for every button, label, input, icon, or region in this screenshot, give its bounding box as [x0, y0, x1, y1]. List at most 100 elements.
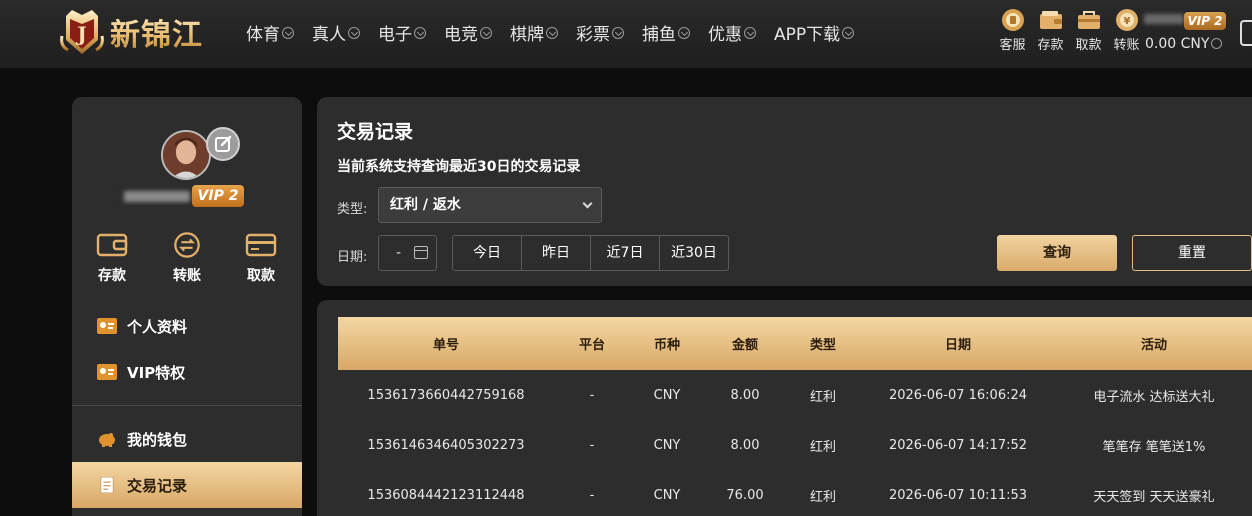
- chevron-down-icon: [582, 198, 593, 209]
- cell-order-id: 1536146346405302273: [367, 437, 525, 453]
- site-logo[interactable]: J 新锦江: [58, 4, 203, 60]
- nav-app-download[interactable]: APP下载: [774, 20, 855, 45]
- wallet-icon: [1039, 11, 1062, 29]
- side-panel-icon[interactable]: [1240, 20, 1252, 46]
- nav-label: 捕鱼: [642, 25, 676, 45]
- cell-activity: 天天签到 天天送豪礼: [1093, 489, 1215, 505]
- action-label: 存款: [1037, 38, 1064, 53]
- divider: [72, 405, 302, 406]
- username-blurred: [124, 191, 190, 202]
- nav-label: 电竞: [444, 25, 478, 45]
- cell-currency: CNY: [653, 387, 681, 403]
- sidebar-item-transactions[interactable]: 交易记录: [72, 462, 302, 508]
- wallet-icon: [96, 233, 128, 257]
- table-row: 1536146346405302273 - CNY 8.00 红利 2026-0…: [338, 420, 1252, 470]
- column-header: 类型: [809, 338, 836, 353]
- sidebar-item-wallet[interactable]: 我的钱包: [72, 416, 302, 462]
- cell-type: 红利: [809, 389, 836, 405]
- edit-profile-button[interactable]: [206, 127, 240, 161]
- nav-esports[interactable]: 电竞: [444, 20, 492, 45]
- cell-platform: -: [589, 387, 595, 403]
- chevron-down-icon: [282, 26, 294, 39]
- nav-label: 真人: [312, 25, 346, 45]
- document-icon: [100, 477, 114, 493]
- chevron-down-icon: [842, 26, 855, 39]
- withdraw-button[interactable]: 取款: [1070, 8, 1107, 53]
- page-title: 交易记录: [337, 121, 414, 143]
- customer-service-button[interactable]: 客服: [994, 8, 1031, 53]
- cell-platform: -: [589, 487, 595, 503]
- card-icon: [245, 233, 277, 257]
- quick-withdraw-button[interactable]: 取款: [231, 231, 291, 285]
- cell-order-id: 1536173660442759168: [367, 387, 525, 403]
- cell-amount: 76.00: [726, 487, 764, 503]
- account-sidebar: VIP 2 存款 转账 取款 个人资料 VIP特权 我的钱包 交易记录: [72, 97, 302, 516]
- page-subtitle: 当前系统支持查询最近30日的交易记录: [337, 159, 581, 175]
- sidebar-item-label: 交易记录: [127, 476, 188, 495]
- sidebar-item-label: 个人资料: [127, 317, 188, 336]
- nav-label: 体育: [246, 25, 280, 45]
- top-actions: 客服 存款 取款 ¥ 转账: [994, 8, 1146, 53]
- nav-label: 优惠: [708, 25, 742, 45]
- chevron-down-icon: [414, 26, 426, 39]
- cell-amount: 8.00: [730, 437, 760, 453]
- table-row: 1536173660442759168 - CNY 8.00 红利 2026-0…: [338, 370, 1252, 420]
- nav-sports[interactable]: 体育: [246, 20, 294, 45]
- range-yesterday-button[interactable]: 昨日: [521, 235, 591, 271]
- nav-fishing[interactable]: 捕鱼: [642, 20, 690, 45]
- chevron-down-icon: [678, 26, 690, 39]
- quick-transfer-button[interactable]: 转账: [157, 231, 217, 285]
- vip-badge: VIP 2: [192, 185, 244, 207]
- transfer-button[interactable]: ¥ 转账: [1108, 8, 1145, 53]
- action-label: 客服: [999, 38, 1026, 53]
- sidebar-item-profile[interactable]: 个人资料: [72, 303, 302, 349]
- type-select-value: 红利 / 返水: [390, 197, 461, 213]
- edit-icon: [215, 135, 232, 152]
- column-header: 日期: [944, 338, 971, 353]
- top-bar: J 新锦江 体育 真人 电子 电竞 棋牌 彩票 捕鱼 优惠 APP下载 客服 存…: [0, 0, 1252, 69]
- cell-date: 2026-06-07 14:17:52: [888, 437, 1028, 453]
- chevron-down-icon: [480, 26, 492, 39]
- balance-display[interactable]: 0.00 CNY: [1145, 36, 1223, 52]
- transfer-coin-icon: ¥: [1115, 9, 1138, 31]
- filter-panel: 交易记录 当前系统支持查询最近30日的交易记录 类型: 红利 / 返水 日期: …: [317, 97, 1252, 286]
- table-row: 1536084442123112448 - CNY 76.00 红利 2026-…: [338, 470, 1252, 516]
- cell-date: 2026-06-07 16:06:24: [888, 387, 1028, 403]
- nav-lottery[interactable]: 彩票: [576, 20, 624, 45]
- records-table-panel: 单号 平台 币种 金额 类型 日期 活动 1536173660442759168…: [317, 300, 1252, 516]
- main-nav: 体育 真人 电子 电竞 棋牌 彩票 捕鱼 优惠 APP下载: [246, 20, 872, 45]
- column-header: 金额: [731, 338, 758, 353]
- range-30days-button[interactable]: 近30日: [659, 235, 729, 271]
- balance-value: 0.00 CNY: [1145, 36, 1210, 52]
- nav-slots[interactable]: 电子: [378, 20, 426, 45]
- nav-label: 棋牌: [510, 25, 544, 45]
- vip-badge: VIP 2: [1184, 12, 1226, 30]
- cell-currency: CNY: [653, 487, 681, 503]
- date-picker[interactable]: -: [378, 235, 437, 271]
- type-select[interactable]: 红利 / 返水: [378, 187, 602, 223]
- range-today-button[interactable]: 今日: [452, 235, 522, 271]
- column-header: 单号: [432, 338, 459, 353]
- range-7days-button[interactable]: 近7日: [590, 235, 660, 271]
- chevron-down-icon: [348, 26, 360, 39]
- sidebar-item-vip[interactable]: VIP特权: [72, 349, 302, 395]
- query-button[interactable]: 查询: [997, 235, 1117, 271]
- chevron-down-icon: [612, 26, 624, 39]
- chevron-down-icon: [1211, 38, 1223, 49]
- cell-order-id: 1536084442123112448: [367, 487, 525, 503]
- deposit-button[interactable]: 存款: [1032, 8, 1069, 53]
- cell-amount: 8.00: [730, 387, 760, 403]
- quick-deposit-button[interactable]: 存款: [82, 231, 142, 285]
- nav-promotions[interactable]: 优惠: [708, 20, 756, 45]
- cell-currency: CNY: [653, 437, 681, 453]
- date-label: 日期:: [337, 250, 368, 265]
- records-table: 单号 平台 币种 金额 类型 日期 活动 1536173660442759168…: [338, 317, 1252, 516]
- cell-date: 2026-06-07 10:11:53: [888, 487, 1028, 503]
- cell-platform: -: [589, 437, 595, 453]
- profile-card-icon: [97, 318, 117, 334]
- nav-live[interactable]: 真人: [312, 20, 360, 45]
- avatar: [161, 130, 211, 180]
- date-value: -: [396, 245, 402, 261]
- nav-cards[interactable]: 棋牌: [510, 20, 558, 45]
- reset-button[interactable]: 重置: [1132, 235, 1252, 271]
